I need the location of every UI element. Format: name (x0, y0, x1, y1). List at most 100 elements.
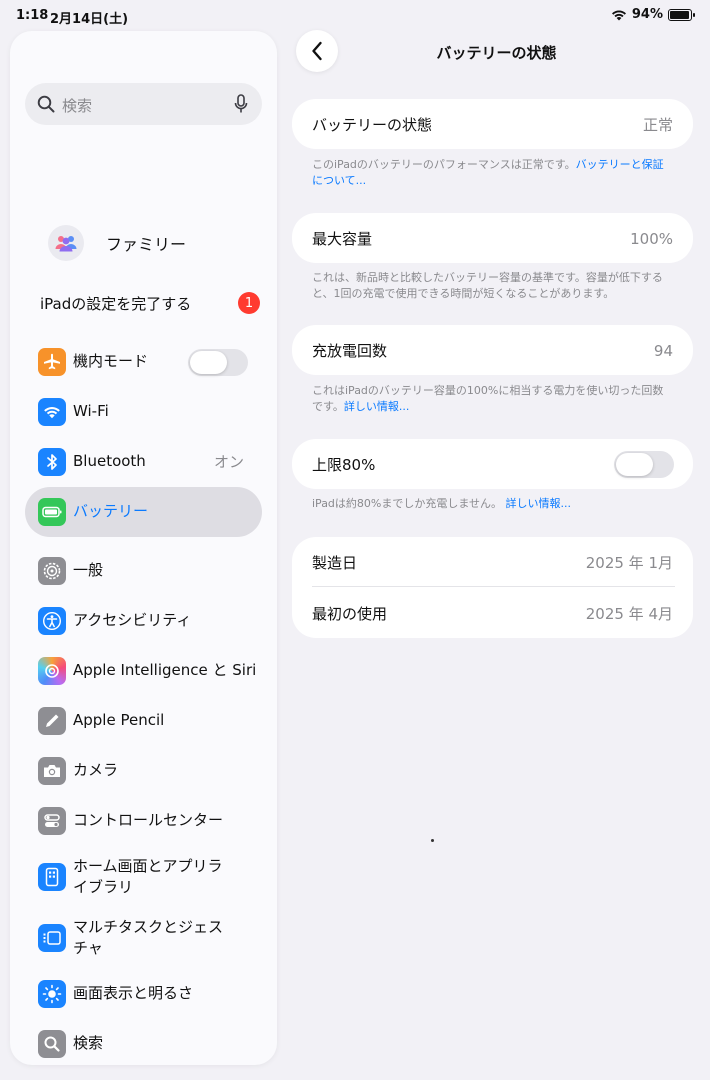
battery-health-note: このiPadのバッテリーのパフォーマンスは正常です。 (312, 158, 576, 171)
sidebar-item-label: Wi-Fi (73, 402, 109, 420)
family-avatar (48, 225, 84, 261)
search-placeholder: 検索 (62, 97, 93, 115)
bluetooth-icon (38, 448, 66, 476)
battery-icon (38, 498, 66, 526)
airplane-mode-toggle[interactable] (188, 349, 248, 376)
sidebar-item-wifi[interactable]: Wi-Fi (25, 397, 262, 427)
battery-icon (668, 8, 695, 21)
family-label: ファミリー (106, 235, 187, 254)
family-row[interactable]: ファミリー (48, 225, 268, 261)
battery-percent: 94% (631, 7, 663, 22)
sidebar-item-label: カメラ (73, 761, 119, 779)
battery-health-row: バッテリーの状態 正常 (312, 114, 673, 135)
charge-limit-toggle[interactable] (614, 451, 674, 478)
gear-icon (38, 557, 66, 585)
max-capacity-footnote: これは、新品時と比較したバッテリー容量の基準です。容量が低下すると、1回の充電で… (312, 271, 663, 300)
back-button[interactable] (296, 30, 338, 72)
charge-limit-footnote: iPadは約80%までしか充電しません。 詳しい情報... (312, 496, 672, 512)
max-capacity-label: 最大容量 (312, 230, 373, 248)
charge-limit-card: 上限80% (292, 439, 693, 489)
sidebar: 検索 ファミリー iPadの設定を完了する 1 機内モード Wi-Fi Blue… (10, 31, 277, 1065)
search-field[interactable]: 検索 (25, 83, 262, 125)
sidebar-item-label: コントロールセンター (73, 811, 224, 829)
manufacture-date-row: 製造日 2025 年 1月 (312, 552, 673, 573)
sidebar-item-label: Bluetooth (73, 452, 146, 470)
status-time: 1:18 (16, 8, 49, 23)
sidebar-item-display-brightness[interactable]: 画面表示と明るさ (25, 979, 262, 1009)
toggle-knob (616, 453, 653, 476)
brightness-icon (38, 980, 66, 1008)
sidebar-item-label: Apple Pencil (73, 711, 165, 729)
sidebar-item-apple-intelligence-siri[interactable]: Apple Intelligence と Siri (25, 656, 262, 686)
camera-icon (38, 757, 66, 785)
sidebar-item-label: 一般 (73, 561, 104, 579)
sidebar-item-home-screen[interactable]: ホーム画面とアプリライブラリ (25, 855, 262, 899)
finish-setup-row[interactable]: iPadの設定を完了する 1 (40, 289, 260, 317)
sidebar-item-accessibility[interactable]: アクセシビリティ (25, 606, 262, 636)
airplane-icon (38, 348, 66, 376)
battery-health-card: バッテリーの状態 正常 (292, 99, 693, 149)
sidebar-item-label: アクセシビリティ (73, 611, 192, 629)
cycle-count-row: 充放電回数 94 (312, 340, 673, 361)
manufacture-date-label: 製造日 (312, 554, 358, 572)
sidebar-item-search[interactable]: 検索 (25, 1029, 262, 1059)
charge-limit-label: 上限80% (312, 456, 376, 474)
cycle-count-more-link[interactable]: 詳しい情報... (344, 400, 410, 413)
wifi-icon (38, 398, 66, 426)
first-use-label: 最初の使用 (312, 605, 388, 623)
siri-icon (38, 657, 66, 685)
family-icon (55, 236, 77, 252)
bluetooth-status: オン (213, 453, 244, 471)
home-screen-icon (38, 863, 66, 891)
search-icon (38, 1030, 66, 1058)
sidebar-item-apple-pencil[interactable]: Apple Pencil (25, 706, 262, 736)
battery-health-value: 正常 (642, 116, 673, 134)
charge-limit-note: iPadは約80%までしか充電しません。 (312, 497, 503, 510)
divider (312, 586, 675, 587)
sidebar-item-label: 機内モード (73, 352, 149, 370)
toggle-knob (190, 351, 227, 374)
sidebar-item-multitasking[interactable]: マルチタスクとジェスチャ (25, 916, 262, 960)
sidebar-item-control-center[interactable]: コントロールセンター (25, 806, 262, 836)
cycle-count-card: 充放電回数 94 (292, 325, 693, 375)
notification-badge: 1 (238, 292, 260, 314)
battery-fill (670, 10, 689, 19)
sidebar-item-camera[interactable]: カメラ (25, 756, 262, 786)
manufacture-date-value: 2025 年 1月 (585, 554, 673, 572)
charge-limit-more-link[interactable]: 詳しい情報... (506, 497, 572, 510)
sidebar-item-battery[interactable]: バッテリー (25, 487, 262, 537)
wifi-icon (611, 10, 626, 20)
status-date: 2月14日(土) (50, 12, 129, 27)
pencil-icon (38, 707, 66, 735)
first-use-row: 最初の使用 2025 年 4月 (312, 603, 673, 624)
status-indicators: 94% (611, 7, 695, 22)
max-capacity-row: 最大容量 100% (312, 228, 673, 249)
sidebar-item-airplane-mode[interactable]: 機内モード (25, 347, 262, 377)
sidebar-item-label: Apple Intelligence と Siri (73, 661, 257, 679)
page-title: バッテリーの状態 (436, 44, 557, 62)
multitasking-icon (38, 924, 66, 952)
sidebar-item-bluetooth[interactable]: Bluetooth オン (25, 447, 262, 477)
battery-health-footnote: このiPadのバッテリーのパフォーマンスは正常です。バッテリーと保証について..… (312, 157, 672, 189)
stray-dot (431, 839, 434, 842)
cycle-count-label: 充放電回数 (312, 342, 388, 360)
first-use-value: 2025 年 4月 (585, 605, 673, 623)
max-capacity-value: 100% (630, 229, 673, 248)
accessibility-icon (38, 607, 66, 635)
sidebar-item-general[interactable]: 一般 (25, 556, 262, 586)
cycle-count-value: 94 (653, 341, 673, 360)
sidebar-item-label: ホーム画面とアプリライブラリ (73, 857, 223, 896)
battery-health-label: バッテリーの状態 (312, 116, 433, 134)
control-center-icon (38, 807, 66, 835)
finish-setup-label: iPadの設定を完了する (40, 294, 192, 313)
max-capacity-card: 最大容量 100% (292, 213, 693, 263)
battery-dates-card: 製造日 2025 年 1月 最初の使用 2025 年 4月 (292, 537, 693, 638)
chevron-left-icon (312, 41, 322, 61)
cycle-count-footnote: これはiPadのバッテリー容量の100%に相当する電力を使い切った回数です。詳し… (312, 383, 672, 415)
search-icon (37, 95, 55, 113)
microphone-icon[interactable] (234, 94, 248, 114)
status-bar: 1:18 2月14日(土) 94% (0, 0, 710, 32)
sidebar-item-label: 検索 (73, 1034, 104, 1052)
sidebar-item-label: バッテリー (73, 502, 149, 520)
sidebar-item-label: 画面表示と明るさ (73, 984, 194, 1002)
